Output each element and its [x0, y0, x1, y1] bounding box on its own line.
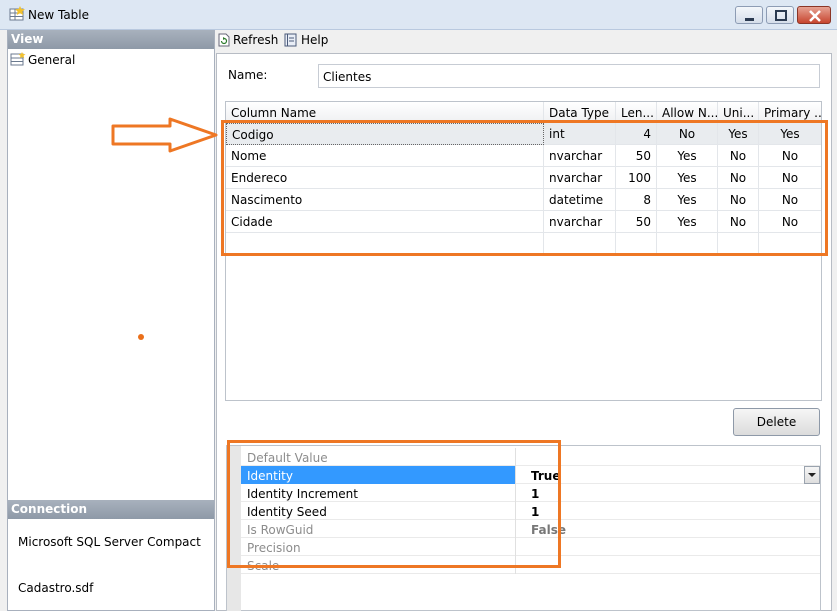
- annotation-box-columns: [221, 120, 828, 256]
- refresh-label: Refresh: [233, 33, 279, 47]
- connection-server: Microsoft SQL Server Compact: [18, 535, 201, 549]
- help-book-icon: [284, 33, 297, 47]
- general-page-icon: [10, 51, 26, 69]
- annotation-arrow-icon: [111, 117, 218, 153]
- close-button[interactable]: [797, 6, 831, 24]
- annotation-dot: [138, 334, 144, 340]
- view-item-general[interactable]: General: [10, 51, 76, 69]
- maximize-icon: [775, 10, 787, 21]
- connection-header: Connection: [8, 500, 214, 519]
- header-allow-nulls[interactable]: Allow N...: [657, 102, 718, 122]
- header-primary-key[interactable]: Primary ...: [759, 102, 821, 122]
- view-header: View: [8, 30, 214, 49]
- close-icon: [809, 10, 821, 22]
- help-label: Help: [301, 33, 329, 47]
- maximize-button[interactable]: [766, 6, 794, 24]
- delete-button[interactable]: Delete: [733, 408, 820, 436]
- refresh-icon: [218, 33, 230, 47]
- header-column-name[interactable]: Column Name: [226, 102, 544, 122]
- annotation-box-properties: [227, 440, 561, 568]
- minimize-icon: [745, 18, 754, 21]
- header-unique[interactable]: Uni...: [718, 102, 759, 122]
- chevron-down-icon: [808, 473, 816, 477]
- help-button[interactable]: Help: [284, 32, 328, 48]
- new-table-icon: [9, 6, 25, 22]
- connection-file: Cadastro.sdf: [18, 581, 94, 595]
- grid-header: Column Name Data Type Len... Allow N... …: [226, 102, 821, 122]
- table-name-input[interactable]: Clientes: [318, 64, 820, 88]
- table-name-label: Name:: [228, 68, 268, 82]
- title-bar: New Table: [0, 0, 837, 30]
- view-item-label: General: [28, 53, 76, 67]
- window-title: New Table: [28, 8, 90, 22]
- minimize-button[interactable]: [735, 6, 763, 24]
- header-data-type[interactable]: Data Type: [544, 102, 616, 122]
- header-length[interactable]: Len...: [616, 102, 657, 122]
- toolbar: Refresh Help: [216, 30, 837, 50]
- refresh-button[interactable]: Refresh: [218, 32, 278, 48]
- identity-dropdown-button[interactable]: [804, 466, 820, 484]
